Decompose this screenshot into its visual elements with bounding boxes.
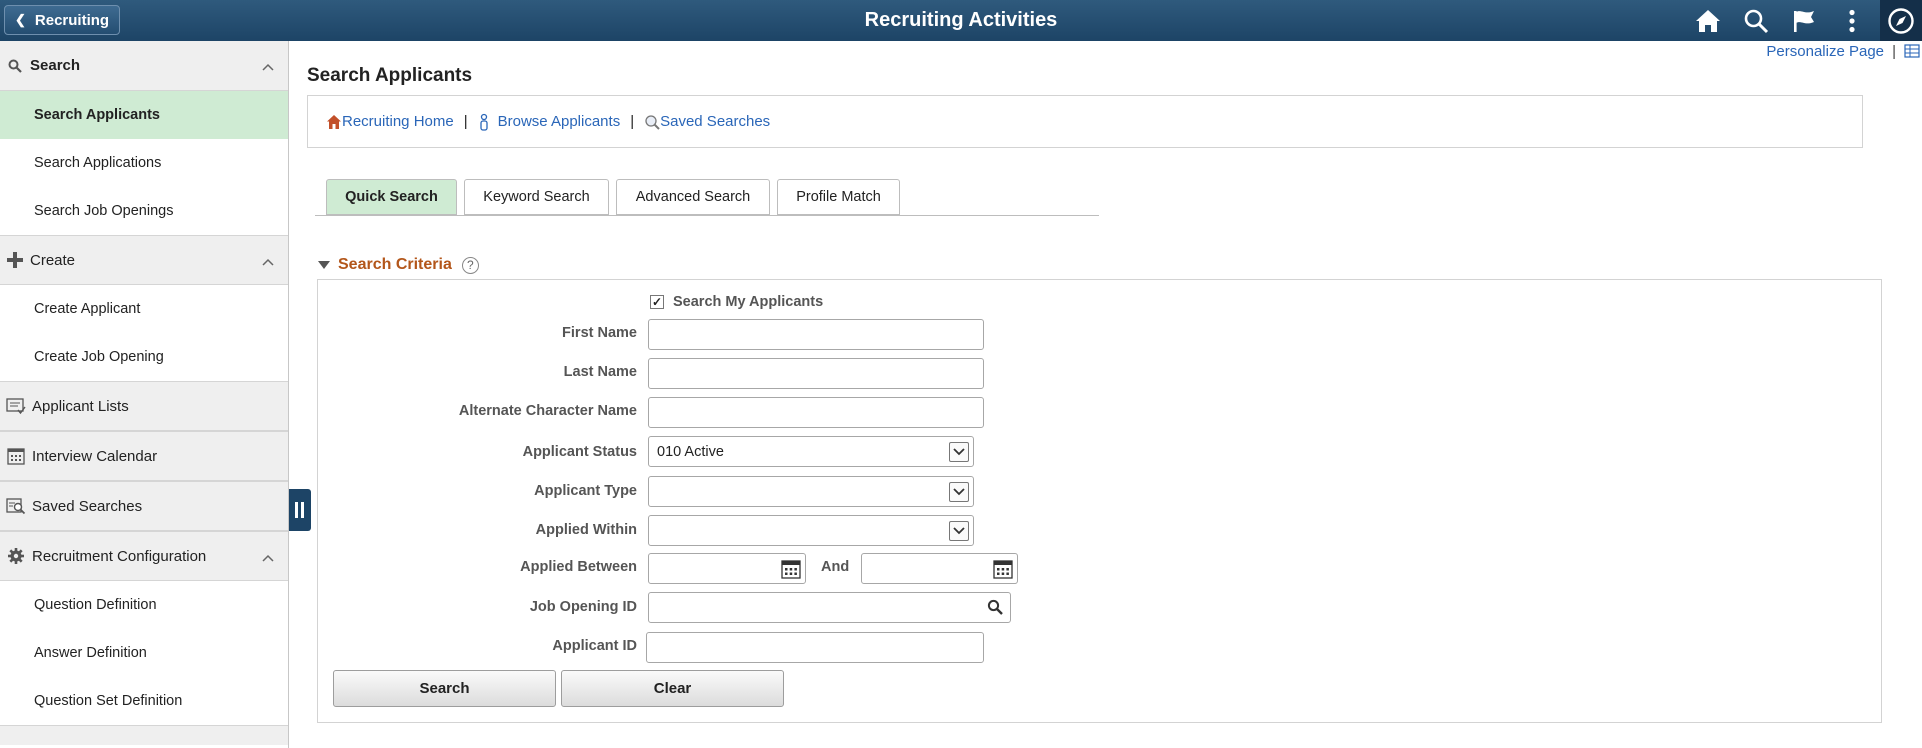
sidebar-item-create-applicant[interactable]: Create Applicant bbox=[0, 285, 288, 333]
search-icon bbox=[0, 59, 30, 73]
sidebar-item-create-job-opening[interactable]: Create Job Opening bbox=[0, 333, 288, 381]
alternate-name-label: Alternate Character Name bbox=[458, 403, 637, 419]
last-name-field[interactable] bbox=[648, 358, 984, 389]
search-my-applicants-row: ✓ Search My Applicants bbox=[650, 294, 823, 310]
more-icon[interactable] bbox=[1837, 6, 1867, 36]
sidebar-item-label: Applicant Lists bbox=[32, 397, 129, 415]
search-tabs: Quick Search Keyword Search Advanced Sea… bbox=[315, 179, 1099, 216]
selected-value: 010 Active bbox=[657, 443, 724, 460]
sidebar-group-recruitment-configuration[interactable]: Recruitment Configuration bbox=[0, 531, 288, 581]
applicant-type-select[interactable] bbox=[648, 476, 974, 507]
applied-between-from-field[interactable] bbox=[648, 553, 806, 584]
sidebar-item-search-applicants[interactable]: Search Applicants bbox=[0, 91, 288, 139]
sidebar-group-create[interactable]: Create bbox=[0, 235, 288, 285]
chevron-up-icon bbox=[262, 549, 274, 566]
person-icon bbox=[479, 113, 488, 131]
recruiting-home-link[interactable]: Recruiting Home bbox=[326, 113, 454, 130]
sidebar-item-saved-searches[interactable]: Saved Searches bbox=[0, 481, 288, 531]
applicant-type-label: Applicant Type bbox=[534, 483, 637, 499]
help-icon[interactable]: ? bbox=[461, 256, 479, 274]
applicant-id-label: Applicant ID bbox=[552, 638, 637, 654]
first-name-field[interactable] bbox=[648, 319, 984, 350]
grid-view-icon[interactable] bbox=[1904, 44, 1920, 62]
chevron-down-icon bbox=[949, 521, 969, 541]
first-name-label: First Name bbox=[562, 325, 637, 341]
chevron-down-icon bbox=[949, 482, 969, 502]
calendar-icon[interactable] bbox=[781, 559, 801, 583]
sidebar-item-search-applications[interactable]: Search Applications bbox=[0, 139, 288, 187]
chevron-up-icon bbox=[262, 253, 274, 270]
search-icon[interactable] bbox=[987, 599, 1003, 619]
calendar-icon[interactable] bbox=[993, 559, 1013, 583]
job-opening-id-label: Job Opening ID bbox=[529, 599, 637, 615]
separator: | bbox=[1892, 43, 1896, 60]
sidebar-item-interview-calendar[interactable]: Interview Calendar bbox=[0, 431, 288, 481]
browse-applicants-link[interactable]: Browse Applicants bbox=[478, 113, 621, 131]
search-criteria-panel bbox=[317, 279, 1882, 723]
clear-button[interactable]: Clear bbox=[561, 670, 784, 707]
personalize-page-link[interactable]: Personalize Page bbox=[1766, 43, 1884, 60]
applicant-id-field[interactable] bbox=[646, 632, 984, 663]
sidebar-item-answer-definition[interactable]: Answer Definition bbox=[0, 629, 288, 677]
checkbox-label: Search My Applicants bbox=[673, 294, 824, 310]
flag-icon[interactable] bbox=[1789, 6, 1819, 36]
search-button[interactable]: Search bbox=[333, 670, 556, 707]
chevron-down-icon bbox=[949, 442, 969, 462]
page-header-title: Recruiting Activities bbox=[864, 9, 1058, 31]
gear-icon bbox=[0, 547, 32, 565]
saved-searches-link[interactable]: Saved Searches bbox=[644, 113, 770, 130]
page-title: Search Applicants bbox=[307, 65, 473, 86]
sidebar-item-question-set-definition[interactable]: Question Set Definition bbox=[0, 677, 288, 725]
applicant-status-label: Applicant Status bbox=[522, 444, 637, 460]
link-label: Recruiting Home bbox=[342, 113, 454, 130]
sidebar-group-label: Create bbox=[30, 251, 76, 269]
and-label: And bbox=[821, 559, 850, 575]
sidebar-group-next bbox=[0, 725, 288, 745]
left-sidebar: Search Search Applicants Search Applicat… bbox=[0, 41, 289, 748]
link-label: Saved Searches bbox=[660, 113, 771, 130]
search-criteria-header[interactable]: Search Criteria ? bbox=[318, 256, 479, 274]
job-opening-id-field[interactable] bbox=[648, 592, 1011, 623]
applicant-status-select[interactable]: 010 Active bbox=[648, 436, 974, 467]
home-icon bbox=[327, 114, 341, 129]
sidebar-collapse-handle[interactable] bbox=[289, 489, 311, 531]
sidebar-item-applicant-lists[interactable]: Applicant Lists bbox=[0, 381, 288, 431]
separator: | bbox=[630, 113, 635, 130]
applied-between-label: Applied Between bbox=[520, 559, 637, 575]
sidebar-group-label: Search bbox=[30, 57, 81, 74]
link-label: Browse Applicants bbox=[497, 113, 621, 130]
sidebar-item-search-job-openings[interactable]: Search Job Openings bbox=[0, 187, 288, 235]
sidebar-group-label: Recruitment Configuration bbox=[32, 547, 207, 565]
navbar-compass-icon[interactable] bbox=[1880, 0, 1922, 41]
collapse-triangle-icon bbox=[318, 261, 330, 269]
last-name-label: Last Name bbox=[563, 364, 637, 380]
section-title: Search Criteria bbox=[338, 256, 452, 273]
home-icon[interactable] bbox=[1693, 6, 1723, 36]
search-icon[interactable] bbox=[1741, 6, 1771, 36]
sidebar-item-question-definition[interactable]: Question Definition bbox=[0, 581, 288, 629]
calendar-icon bbox=[0, 447, 32, 465]
tab-profile-match[interactable]: Profile Match bbox=[777, 179, 900, 215]
saved-search-icon bbox=[645, 114, 660, 130]
tab-advanced-search[interactable]: Advanced Search bbox=[616, 179, 770, 215]
sidebar-item-label: Interview Calendar bbox=[32, 447, 158, 465]
alternate-name-field[interactable] bbox=[648, 397, 984, 428]
tab-quick-search[interactable]: Quick Search bbox=[326, 179, 457, 215]
list-icon bbox=[0, 397, 32, 415]
related-links-bar: Recruiting Home | Browse Applicants | Sa… bbox=[307, 95, 1863, 148]
search-my-applicants-checkbox[interactable]: ✓ bbox=[650, 295, 664, 309]
sidebar-item-label: Saved Searches bbox=[32, 497, 143, 515]
applied-within-select[interactable] bbox=[648, 515, 974, 546]
chevron-up-icon bbox=[262, 58, 274, 75]
applied-within-label: Applied Within bbox=[535, 522, 637, 538]
separator: | bbox=[463, 113, 468, 130]
tab-keyword-search[interactable]: Keyword Search bbox=[464, 179, 609, 215]
sidebar-group-search[interactable]: Search bbox=[0, 41, 288, 91]
pause-bars-icon bbox=[295, 502, 304, 518]
plus-icon bbox=[0, 251, 30, 269]
saved-search-icon bbox=[0, 497, 32, 515]
top-banner: ❮ Recruiting Recruiting Activities bbox=[0, 0, 1922, 41]
applied-between-to-field[interactable] bbox=[861, 553, 1018, 584]
